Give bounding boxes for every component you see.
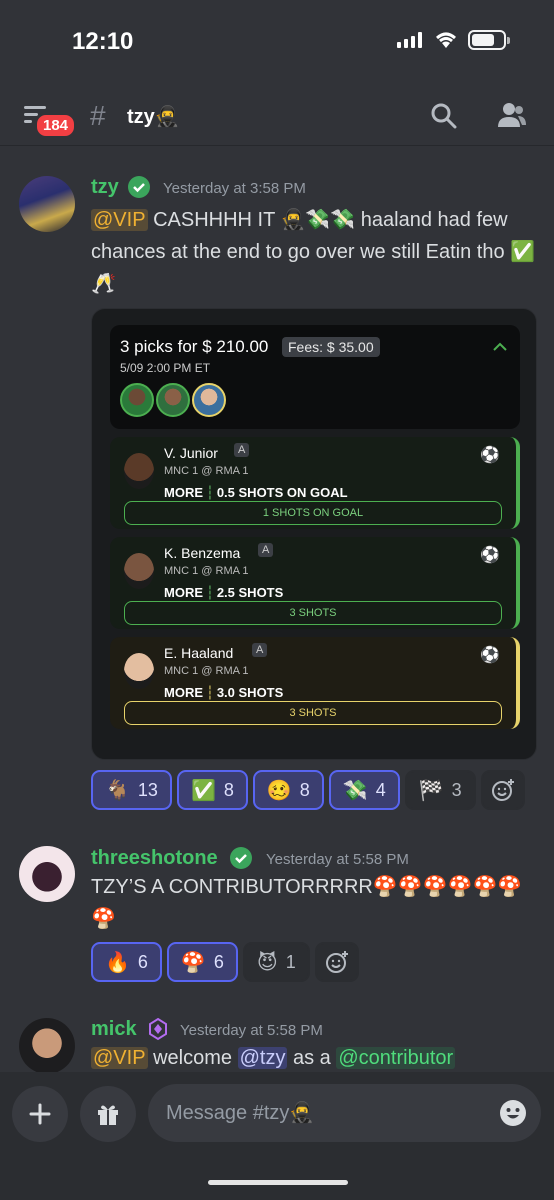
player-photo [124, 653, 154, 689]
pick-card[interactable]: E. Haaland A MNC 1 @ RMA 1 MORE ┆ 3.0 SHOT… [110, 637, 520, 729]
emoji-icon[interactable] [499, 1099, 527, 1127]
match-info: MNC 1 @ RMA 1 [164, 465, 249, 477]
reaction-bar: 🐐 13 ✅ 8 🥴 8 💸 4 🏁 3 [91, 770, 525, 810]
gift-icon [98, 1105, 118, 1125]
gift-button[interactable] [80, 1086, 136, 1142]
pick-card[interactable]: K. Benzema A MNC 1 @ RMA 1 MORE ┆ 2.5 SHOT… [110, 537, 520, 629]
reaction-flag[interactable]: 🏁 3 [404, 770, 476, 810]
verified-badge-icon [128, 176, 150, 198]
soccer-ball-icon: ⚽ [480, 447, 500, 464]
position-tag: A [252, 643, 268, 657]
embed-title: 3 picks for $ 210.00 [120, 337, 269, 356]
message-field[interactable] [148, 1084, 541, 1142]
player-name: E. Haaland [164, 645, 234, 661]
status-bar: 12:10 [0, 0, 554, 84]
player-avatar [156, 383, 190, 417]
add-reaction-button[interactable] [480, 770, 525, 810]
reaction-check[interactable]: ✅ 8 [176, 770, 248, 810]
verified-badge-icon [230, 847, 252, 869]
player-avatar [192, 383, 226, 417]
home-indicator[interactable] [208, 1180, 348, 1185]
avatar[interactable] [19, 176, 75, 232]
result-pill: 3 SHOTS [124, 701, 502, 725]
player-photo [124, 453, 154, 489]
composer-bar [0, 1072, 554, 1200]
embed-date: 5/09 2:00 PM ET [120, 361, 211, 375]
player-name: K. Benzema [164, 545, 241, 561]
avatar[interactable] [19, 1018, 75, 1074]
result-pill: 1 SHOTS ON GOAL [124, 501, 502, 525]
match-info: MNC 1 @ RMA 1 [164, 665, 249, 677]
unread-badge: 184 [34, 112, 78, 139]
search-icon[interactable] [430, 102, 458, 130]
reaction-fire[interactable]: 🔥 6 [91, 942, 162, 982]
plus-icon [29, 1103, 51, 1125]
reaction-bar: 🔥 6 🍄 6 😈 1 [91, 942, 359, 982]
wifi-icon [436, 32, 456, 48]
pick-line: MORE ┆ 3.0 SHOTS [164, 685, 284, 700]
message-body: CASHHHH IT 🥷💸💸 haaland had few chances a… [91, 209, 536, 295]
betslip-embed[interactable]: 3 picks for $ 210.00 Fees: $ 35.00 5/09 … [91, 308, 537, 760]
clock: 12:10 [72, 28, 134, 55]
pick-line: MORE ┆ 0.5 SHOTS ON GOAL [164, 485, 348, 500]
timestamp: Yesterday at 5:58 PM [180, 1022, 323, 1039]
reaction-money[interactable]: 💸 4 [328, 770, 400, 810]
soccer-ball-icon: ⚽ [480, 647, 500, 664]
chevron-up-icon[interactable] [492, 341, 508, 353]
add-attachment-button[interactable] [12, 1086, 68, 1142]
position-tag: A [258, 543, 274, 557]
role-mention[interactable]: @contributor [336, 1047, 456, 1069]
player-name: V. Junior [164, 445, 218, 461]
position-tag: A [234, 443, 250, 457]
channel-title[interactable]: tzy🥷 [127, 104, 180, 129]
embed-header: 3 picks for $ 210.00 Fees: $ 35.00 5/09 … [110, 325, 520, 429]
menu-button[interactable]: 184 [24, 102, 78, 139]
player-avatar [120, 383, 154, 417]
battery-icon [468, 30, 510, 50]
player-avatars [120, 383, 228, 417]
reaction-woozy[interactable]: 🥴 8 [252, 770, 324, 810]
reaction-devil[interactable]: 😈 1 [242, 942, 310, 982]
avatar[interactable] [19, 846, 75, 902]
timestamp: Yesterday at 3:58 PM [163, 180, 306, 197]
timestamp: Yesterday at 5:58 PM [266, 851, 409, 868]
hashtag-icon: # [90, 100, 106, 131]
add-reaction-button[interactable] [314, 942, 359, 982]
username[interactable]: tzy [91, 176, 119, 199]
player-photo [124, 553, 154, 589]
fees-badge: Fees: $ 35.00 [282, 337, 380, 357]
vip-mention[interactable]: @VIP [91, 209, 148, 231]
message-text: @VIP welcome @tzy as a @contributor [91, 1047, 456, 1069]
username[interactable]: mick [91, 1018, 137, 1041]
nitro-badge-icon [149, 1017, 167, 1041]
message-text: @VIP CASHHHH IT 🥷💸💸 haaland had few chan… [91, 204, 541, 300]
result-pill: 3 SHOTS [124, 601, 502, 625]
reaction-goat[interactable]: 🐐 13 [91, 770, 172, 810]
add-reaction-icon [325, 951, 348, 973]
reaction-kirby[interactable]: 🍄 6 [166, 942, 238, 982]
user-mention[interactable]: @tzy [237, 1047, 288, 1069]
message-text: TZY’S A CONTRIBUTORRRRR🍄🍄🍄🍄🍄🍄🍄 [91, 876, 523, 930]
vip-mention[interactable]: @VIP [91, 1047, 148, 1069]
username[interactable]: threeshotone [91, 847, 218, 870]
pick-card[interactable]: V. Junior A MNC 1 @ RMA 1 MORE ┆ 0.5 SHOTS… [110, 437, 520, 529]
soccer-ball-icon: ⚽ [480, 547, 500, 564]
members-icon[interactable] [496, 101, 528, 129]
channel-header: 184 # tzy🥷 [0, 84, 554, 146]
message-input[interactable] [166, 1084, 486, 1142]
pick-line: MORE ┆ 2.5 SHOTS [164, 585, 284, 600]
match-info: MNC 1 @ RMA 1 [164, 565, 249, 577]
add-reaction-icon [491, 779, 514, 801]
cellular-signal-icon [397, 32, 422, 48]
